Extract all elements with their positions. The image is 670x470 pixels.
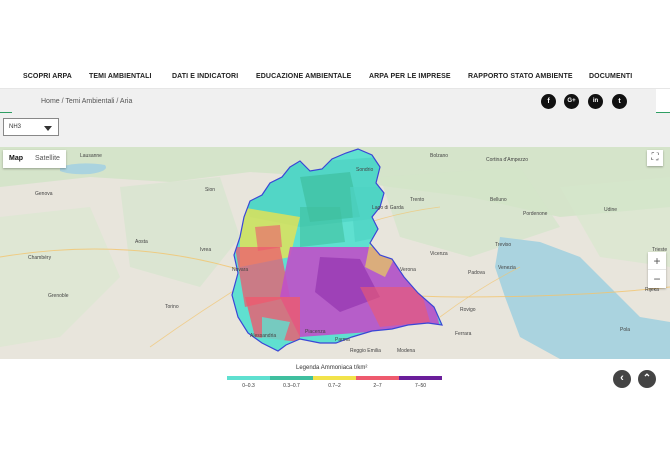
pollutant-select[interactable]: NH3: [3, 118, 59, 136]
nav-item-dati-e-indicatori[interactable]: DATI E INDICATORI: [172, 73, 238, 80]
breadcrumb-home[interactable]: Home: [41, 98, 60, 105]
legend-swatch: [356, 376, 399, 380]
filter-strip: [0, 113, 670, 147]
nav-item-scopri-arpa[interactable]: SCOPRI ARPA: [23, 73, 72, 80]
map-place-label: Treviso: [495, 242, 512, 248]
legend-label: 2–7: [373, 383, 382, 389]
map-place-label: Vicenza: [430, 251, 448, 257]
map-type-satellite-button[interactable]: Satellite: [29, 150, 66, 168]
linkedin-icon[interactable]: in: [588, 94, 603, 109]
main-navigation: SCOPRI ARPA TEMI AMBIENTALI DATI E INDIC…: [0, 68, 670, 88]
scroll-top-icon[interactable]: ⌃: [638, 370, 656, 388]
nav-item-rapporto-stato-ambiente[interactable]: RAPPORTO STATO AMBIENTE: [468, 73, 573, 80]
zoom-control: + −: [648, 252, 666, 288]
map-place-label: Alessandria: [250, 333, 277, 339]
map-place-label: Venezia: [498, 265, 516, 271]
facebook-icon[interactable]: f: [541, 94, 556, 109]
breadcrumb: Home / Temi Ambientali / Aria: [41, 98, 132, 105]
breadcrumb-separator: /: [61, 98, 64, 105]
nav-item-arpa-per-le-imprese[interactable]: ARPA PER LE IMPRESE: [369, 73, 451, 80]
map-place-label: Verona: [400, 267, 416, 273]
map-place-label: Grenoble: [48, 293, 69, 299]
map-place-label: Modena: [397, 348, 416, 354]
legend-label: 0–0.3: [242, 383, 255, 389]
map-place-label: Ivrea: [200, 247, 212, 253]
map-place-label: Sion: [205, 187, 216, 193]
pollutant-select-value: NH3: [9, 124, 22, 130]
map-place-label: Pola: [620, 327, 631, 333]
map-place-label: Cortina d'Ampezzo: [486, 157, 529, 163]
map-canvas[interactable]: Lausanne Sion Bolzano Cortina d'Ampezzo …: [0, 147, 670, 359]
zoom-in-button[interactable]: +: [648, 252, 666, 270]
map-place-label: Sondrio: [356, 167, 374, 173]
nav-item-documenti[interactable]: DOCUMENTI: [589, 73, 632, 80]
breadcrumb-bar: Home / Temi Ambientali / Aria: [0, 89, 656, 113]
map-place-label: Ferrara: [455, 331, 472, 337]
map-place-label: Chambéry: [28, 255, 52, 261]
twitter-icon[interactable]: t: [612, 94, 627, 109]
breadcrumb-current: Aria: [119, 98, 133, 105]
breadcrumb-separator: /: [116, 98, 119, 105]
nav-item-temi-ambientali[interactable]: TEMI AMBIENTALI: [89, 73, 152, 80]
map-place-label: Piacenza: [305, 329, 326, 335]
map-place-label: Novara: [232, 267, 249, 273]
map-type-control: Map Satellite: [3, 150, 66, 168]
bar-accent-right: [656, 89, 670, 113]
map-place-label: Pordenone: [523, 211, 548, 217]
map-drawing: [0, 147, 670, 359]
legend-color-bar: [227, 376, 442, 380]
chevron-down-icon: [44, 126, 52, 131]
map-place-label: Udine: [604, 207, 618, 213]
legend-swatch: [227, 376, 270, 380]
back-arrow-icon[interactable]: ‹: [613, 370, 631, 388]
legend-swatch: [399, 376, 442, 380]
map-place-label: Aosta: [135, 239, 148, 245]
map-place-label: Lago di Garda: [372, 205, 404, 211]
map-place-label: Padova: [468, 270, 485, 276]
legend-swatch: [313, 376, 356, 380]
map-place-label: Rovigo: [460, 307, 476, 313]
legend-swatch: [270, 376, 313, 380]
legend-labels: 0–0.3 0.3–0.7 0.7–2 2–7 7–50: [227, 383, 442, 389]
map-place-label: Bolzano: [430, 153, 449, 159]
google-plus-icon[interactable]: G+: [564, 94, 579, 109]
zoom-out-button[interactable]: −: [648, 270, 666, 288]
legend-title: Legenda Ammoniaca t/km²: [296, 365, 368, 371]
map-place-label: Belluno: [490, 197, 507, 203]
nav-item-educazione-ambientale[interactable]: EDUCAZIONE AMBIENTALE: [256, 73, 351, 80]
map-type-map-button[interactable]: Map: [3, 150, 29, 168]
bar-accent-left: [0, 89, 12, 113]
breadcrumb-temi-ambientali[interactable]: Temi Ambientali: [65, 98, 114, 105]
map-place-label: Torino: [165, 304, 179, 310]
map-place-label: Trento: [410, 197, 425, 203]
map-place-label: Lausanne: [80, 153, 102, 159]
legend-label: 7–50: [414, 383, 427, 389]
map-place-label: Genova: [35, 191, 53, 197]
legend-label: 0.3–0.7: [283, 383, 300, 389]
map-place-label: Reggio Emilia: [350, 348, 381, 354]
fullscreen-icon[interactable]: ⛶: [647, 150, 663, 166]
map-place-label: Parma: [335, 337, 350, 343]
legend-label: 0.7–2: [328, 383, 341, 389]
